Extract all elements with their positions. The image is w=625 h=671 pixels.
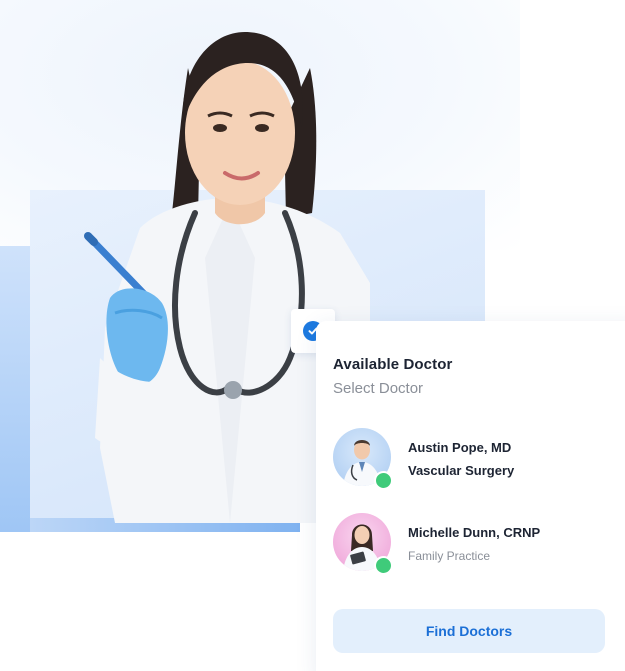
online-status-dot [374, 471, 393, 490]
online-status-dot [374, 556, 393, 575]
hero-stage: Available Doctor Select Doctor Austin Po… [0, 0, 625, 671]
doctor-name: Michelle Dunn, CRNP [408, 525, 541, 540]
doctor-specialty: Family Practice [408, 549, 491, 563]
doctor-name: Austin Pope, MD [408, 440, 512, 455]
doctor-list-item[interactable]: Michelle Dunn, CRNP Family Practice [333, 513, 623, 575]
available-doctor-card: Available Doctor Select Doctor Austin Po… [316, 321, 625, 671]
background-left-strip [0, 246, 30, 532]
find-doctors-button[interactable]: Find Doctors [333, 609, 605, 653]
card-title: Available Doctor [333, 356, 453, 373]
doctor-list-item[interactable]: Austin Pope, MD Vascular Surgery [333, 428, 623, 490]
card-subtitle: Select Doctor [333, 380, 424, 397]
doctor-specialty: Vascular Surgery [408, 463, 515, 478]
